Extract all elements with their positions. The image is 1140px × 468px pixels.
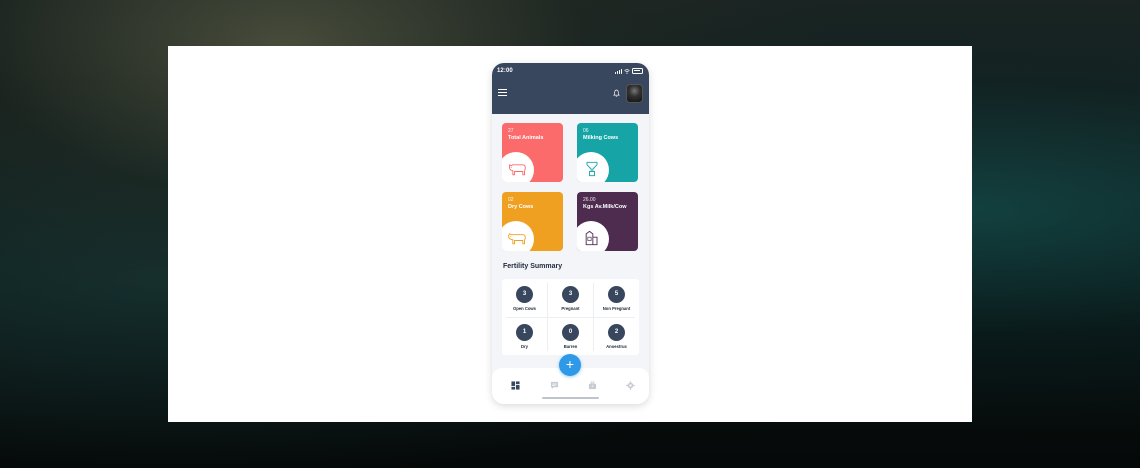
battery-icon [632, 68, 643, 74]
fertility-label: Pregnant [561, 306, 580, 311]
tile-value: 06 [583, 128, 589, 134]
settings-icon[interactable] [626, 381, 635, 390]
count-badge: 3 [516, 286, 533, 303]
home-indicator [542, 397, 599, 399]
count-badge: 5 [608, 286, 625, 303]
tile-avg-milk[interactable]: 26.00 Kgs Av.Milk/Cow [577, 192, 638, 251]
tile-label: Total Animals [508, 135, 544, 141]
fertility-item-anoestrus[interactable]: 2 Anoestrus [594, 317, 639, 354]
hamburger-icon[interactable] [498, 89, 507, 96]
phone-screen: 12:00 27 Total Animals 06 Milking Cows 0… [492, 63, 649, 404]
count-badge: 1 [516, 324, 533, 341]
bell-icon[interactable] [613, 89, 620, 97]
fertility-item-dry[interactable]: 1 Dry [502, 317, 547, 354]
wifi-icon [624, 68, 630, 74]
count-badge: 0 [562, 324, 579, 341]
status-time: 12:00 [497, 68, 513, 74]
milk-carton-icon [585, 230, 598, 246]
tile-total-animals[interactable]: 27 Total Animals [502, 123, 563, 182]
fertility-label: Anoestrus [606, 344, 627, 349]
count-badge: 2 [608, 324, 625, 341]
cow-icon [509, 164, 526, 176]
status-icons [615, 68, 643, 74]
fertility-label: Open Cows [512, 306, 537, 311]
tile-label: Milking Cows [583, 135, 619, 141]
chat-icon[interactable] [550, 381, 559, 390]
app-header: 12:00 [492, 63, 649, 114]
tile-dry-cows[interactable]: 02 Dry Cows [502, 192, 563, 251]
add-button[interactable]: + [559, 354, 581, 376]
fertility-label: Barren [563, 344, 578, 349]
tile-value: 27 [508, 128, 514, 134]
fertility-label: Non Pregnant [602, 306, 631, 311]
fertility-label: Dry [521, 344, 528, 349]
presentation-canvas: 12:00 27 Total Animals 06 Milking Cows 0… [168, 46, 972, 422]
tile-label: Dry Cows [508, 204, 534, 210]
fertility-item-non-pregnant[interactable]: 5 Non Pregnant [594, 279, 639, 316]
count-badge: 3 [562, 286, 579, 303]
cow-icon [508, 233, 526, 245]
fertility-item-open-cows[interactable]: 3 Open Cows [502, 279, 547, 316]
tile-label: Kgs Av.Milk/Cow [583, 204, 627, 210]
fertility-summary-title: Fertility Summary [503, 263, 563, 270]
tile-milking-cows[interactable]: 06 Milking Cows [577, 123, 638, 182]
tile-value: 26.00 [583, 197, 596, 203]
user-avatar[interactable] [626, 84, 643, 103]
dashboard-icon[interactable] [511, 381, 520, 390]
fertility-item-pregnant[interactable]: 3 Pregnant [548, 279, 593, 316]
fertility-item-barren[interactable]: 0 Barren [548, 317, 593, 354]
briefcase-icon[interactable] [588, 381, 597, 390]
signal-icon [615, 69, 623, 74]
milking-machine-icon [586, 161, 598, 177]
fertility-summary-card: 3 Open Cows 3 Pregnant 5 Non Pregnant 1 … [502, 279, 639, 355]
tile-value: 02 [508, 197, 514, 203]
